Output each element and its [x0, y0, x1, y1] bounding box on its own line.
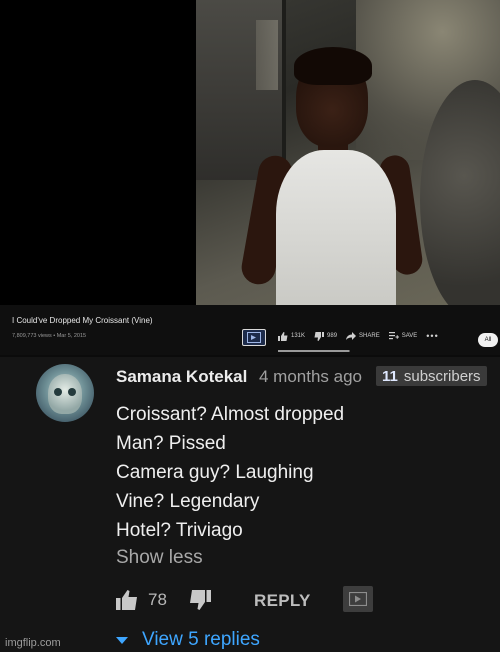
comment-actions: 78	[116, 587, 211, 613]
dislike-button[interactable]: 989	[314, 331, 338, 341]
comment-author[interactable]: Samana Kotekal	[116, 367, 247, 387]
avatar-eye-left	[54, 388, 62, 396]
comment-line: Man? Pissed	[116, 433, 226, 454]
comment-line: Camera guy? Laughing	[116, 462, 314, 483]
comment-like-button[interactable]	[116, 590, 138, 610]
avatar[interactable]	[36, 364, 94, 422]
like-count: 131K	[291, 333, 306, 339]
share-label: SHARE	[359, 333, 380, 339]
filter-chip-all[interactable]: All	[478, 333, 498, 347]
thumbs-down-icon	[314, 331, 325, 341]
person-hair	[294, 47, 372, 85]
video-frame[interactable]	[196, 0, 500, 305]
save-button[interactable]: SAVE	[388, 332, 418, 340]
video-meta: 7,809,773 views • Mar 5, 2015	[12, 333, 87, 339]
video-actions: 131K 989 SHARE SAVE •••	[278, 331, 439, 341]
save-label: SAVE	[401, 333, 418, 339]
thumbs-up-icon	[278, 331, 288, 341]
like-ratio-fill	[278, 350, 350, 352]
video-title: I Could've Dropped My Croissant (Vine)	[12, 316, 153, 325]
thumbs-up-icon	[116, 590, 137, 610]
translate-icon	[247, 332, 261, 343]
chevron-down-icon	[116, 636, 128, 644]
like-button[interactable]: 131K	[278, 331, 306, 341]
video-translate-button[interactable]	[242, 329, 266, 346]
playlist-add-icon	[388, 332, 399, 340]
thumbs-down-icon	[189, 590, 211, 610]
comment-line: Vine? Legendary	[116, 491, 260, 512]
avatar-eye-right	[68, 388, 76, 396]
view-replies-label: View 5 replies	[142, 629, 260, 650]
comment-dislike-button[interactable]	[189, 590, 211, 610]
more-options-icon[interactable]: •••	[426, 331, 438, 341]
share-arrow-icon	[346, 332, 357, 340]
subscriber-label: subscribers	[403, 367, 481, 385]
dislike-count: 989	[327, 333, 338, 339]
avatar-face	[48, 374, 82, 414]
video-person	[236, 45, 436, 305]
translate-comment-button[interactable]	[343, 586, 373, 612]
subscriber-badge: 11 subscribers	[376, 366, 487, 386]
comment-line: Hotel? Triviago	[116, 520, 243, 541]
share-button[interactable]: SHARE	[346, 332, 380, 340]
translate-icon	[349, 592, 367, 606]
view-replies-button[interactable]: View 5 replies	[116, 629, 260, 651]
comment-timestamp[interactable]: 4 months ago	[259, 367, 362, 387]
video-player[interactable]	[0, 0, 500, 305]
comment-text: Croissant? Almost dropped Man? Pissed Ca…	[116, 400, 344, 545]
like-dislike-ratio-bar	[278, 350, 350, 352]
reply-button[interactable]: REPLY	[254, 591, 311, 611]
comment-like-count: 78	[148, 590, 167, 609]
watermark: imgflip.com	[5, 637, 61, 649]
show-less-button[interactable]: Show less	[116, 547, 203, 569]
comment-line: Croissant? Almost dropped	[116, 404, 345, 425]
subscriber-count: 11	[382, 367, 398, 385]
person-tank-top	[276, 150, 396, 305]
